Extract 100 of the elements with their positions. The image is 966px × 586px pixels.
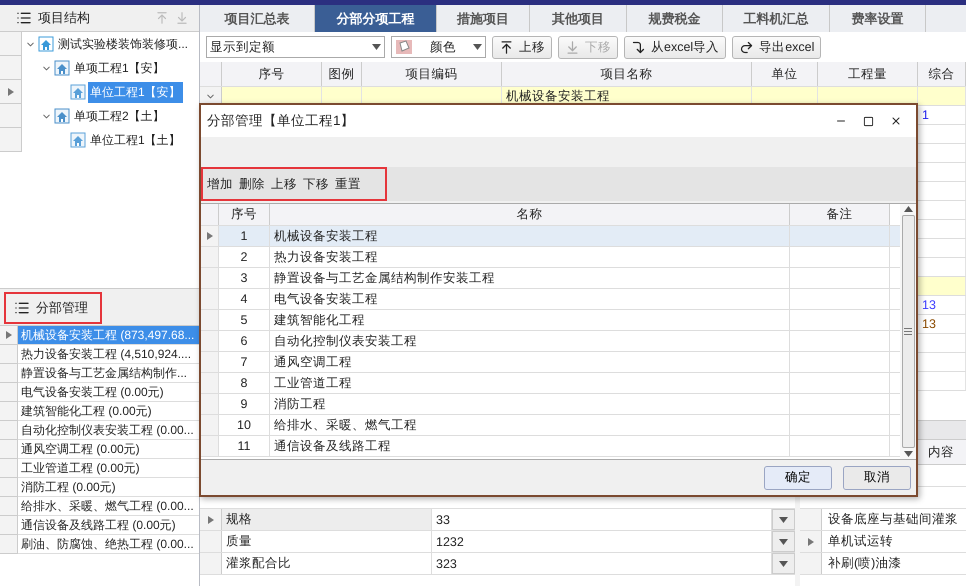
table-row[interactable]: 2 热力设备安装工程 [201, 247, 900, 268]
content-item[interactable]: 单机试运转 [822, 531, 966, 552]
division-item[interactable]: 给排水、采暖、燃气工程 (0.00... [18, 497, 199, 516]
content-item[interactable]: 设备底座与基础间灌浆 [822, 509, 966, 530]
grip-icon [904, 328, 912, 335]
list-icon [16, 10, 32, 26]
row-pointer-icon [808, 538, 814, 546]
row-pointer-icon [208, 516, 214, 524]
row-pointer-icon [6, 331, 12, 339]
table-cell: 静置设备与工艺金属结构制作安装工程 [274, 270, 495, 286]
division-item[interactable]: 静置设备与工艺金属结构制作... [18, 364, 199, 383]
scrollbar[interactable] [900, 204, 916, 459]
house-icon [54, 60, 70, 76]
table-cell: 6 [240, 334, 248, 348]
table-cell: 消防工程 [274, 396, 326, 412]
table-cell: 13 [922, 298, 936, 312]
dropdown-button[interactable] [772, 509, 795, 530]
division-item[interactable]: 热力设备安装工程 (4,510,924.... [18, 345, 199, 364]
row-selector[interactable] [0, 80, 22, 104]
division-item[interactable]: 刷油、防腐蚀、绝热工程 (0.00... [18, 535, 199, 554]
table-cell: 建筑智能化工程 [274, 312, 365, 328]
table-row[interactable]: 11 通信设备及线路工程 [201, 436, 900, 457]
display-dropdown[interactable]: 显示到定额 [206, 36, 385, 58]
action-button[interactable]: 下移 [303, 176, 329, 192]
scroll-up-icon[interactable] [904, 206, 912, 212]
table-row[interactable]: 8 工业管道工程 [201, 373, 900, 394]
row-selector[interactable] [0, 326, 18, 345]
close-icon[interactable] [890, 115, 902, 127]
dropdown-arrow-icon[interactable] [779, 516, 788, 522]
table-cell: 通风空调工程 [274, 354, 352, 370]
toolbar-button[interactable]: 导出excel [732, 36, 822, 58]
table-row[interactable]: 3 静置设备与工艺金属结构制作安装工程 [201, 268, 900, 289]
dropdown-button[interactable] [772, 553, 795, 574]
toolbar-button[interactable]: 从excel导入 [624, 36, 726, 58]
division-item[interactable]: 自动化控制仪表安装工程 (0.00... [18, 421, 199, 440]
table-cell: 2 [240, 250, 248, 264]
table-row[interactable]: 1 机械设备安装工程 [201, 226, 900, 247]
action-button[interactable]: 重置 [335, 176, 361, 192]
table-cell: 通信设备及线路工程 [274, 438, 391, 454]
table-row[interactable]: 7 通风空调工程 [201, 352, 900, 373]
scroll-down-icon[interactable] [904, 451, 912, 457]
table-cell: 工业管道工程 [274, 374, 352, 392]
table-cell: 3 [240, 271, 248, 285]
row-selector[interactable] [200, 509, 222, 530]
table-cell: 自动化控制仪表安装工程 [274, 332, 417, 350]
dropdown-button[interactable] [772, 531, 795, 552]
dropdown-arrow-icon[interactable] [372, 44, 381, 50]
dropdown-arrow-icon[interactable] [779, 560, 788, 566]
tree-item[interactable]: 单位工程1【土】 [88, 130, 183, 150]
tree-item[interactable]: 测试实验楼装饰装修项... [56, 34, 190, 54]
table-row[interactable]: 10 给排水、采暖、燃气工程 [201, 415, 900, 436]
action-button[interactable]: 删除 [239, 176, 265, 192]
move-up-icon [499, 40, 514, 54]
dropdown-arrow-icon[interactable] [779, 538, 788, 544]
row-pointer-icon [206, 232, 212, 240]
maximize-icon[interactable] [863, 116, 874, 126]
table-row[interactable]: 6 自动化控制仪表安装工程 [201, 331, 900, 352]
table-row[interactable]: 4 电气设备安装工程 [201, 289, 900, 310]
panel-title: 分部管理 [36, 299, 88, 317]
import-arrow-icon [631, 40, 646, 54]
table-cell: 9 [240, 397, 248, 411]
document-house-icon [70, 132, 86, 148]
table-cell: 10 [237, 418, 251, 432]
content-item[interactable]: 补刷(喷)油漆 [822, 553, 966, 574]
dialog-button[interactable]: 确定 [764, 466, 832, 490]
dialog-title: 分部管理【单位工程1】 [207, 112, 356, 130]
document-house-icon [70, 84, 86, 100]
column-header: 备注 [790, 204, 890, 225]
table-row[interactable]: 9 消防工程 [201, 394, 900, 415]
division-item[interactable]: 建筑智能化工程 (0.00元) [18, 402, 199, 421]
toolbar-button[interactable]: 上移 [492, 36, 552, 58]
division-item[interactable]: 工业管道工程 (0.00元) [18, 459, 199, 478]
color-dropdown[interactable]: 颜色 [391, 36, 486, 58]
row-selector[interactable] [800, 531, 822, 552]
table-row[interactable]: 5 建筑智能化工程 [201, 310, 900, 331]
column-header: 序号 [219, 204, 270, 225]
table-cell: 7 [240, 355, 248, 369]
table-cell: 13 [922, 317, 936, 331]
column-header: 名称 [270, 204, 790, 225]
division-item[interactable]: 通信设备及线路工程 (0.00元) [18, 516, 199, 535]
table-cell: 机械设备安装工程 [274, 228, 378, 244]
action-button[interactable]: 增加 [207, 176, 233, 192]
dialog-button[interactable]: 取消 [843, 466, 911, 490]
table-cell: 1 [240, 229, 248, 243]
tree-item[interactable]: 单项工程2【土】 [72, 106, 167, 126]
row-pointer-icon [8, 88, 14, 96]
division-item[interactable]: 消防工程 (0.00元) [18, 478, 199, 497]
table-cell: 热力设备安装工程 [274, 248, 378, 266]
action-button[interactable]: 上移 [271, 176, 297, 192]
export-arrow-icon [739, 40, 754, 54]
house-icon [54, 108, 70, 124]
table-cell: 11 [238, 439, 250, 453]
division-item[interactable]: 通风空调工程 (0.00元) [18, 440, 199, 459]
table-cell: 5 [240, 313, 248, 327]
tree-item[interactable]: 单项工程1【安】 [72, 58, 167, 78]
division-item[interactable]: 电气设备安装工程 (0.00元) [18, 383, 199, 402]
list-icon [14, 300, 30, 316]
property-name: 规格 [222, 509, 432, 530]
dropdown-arrow-icon[interactable] [473, 44, 482, 50]
tab[interactable]: 分部分项工程 [315, 5, 437, 32]
